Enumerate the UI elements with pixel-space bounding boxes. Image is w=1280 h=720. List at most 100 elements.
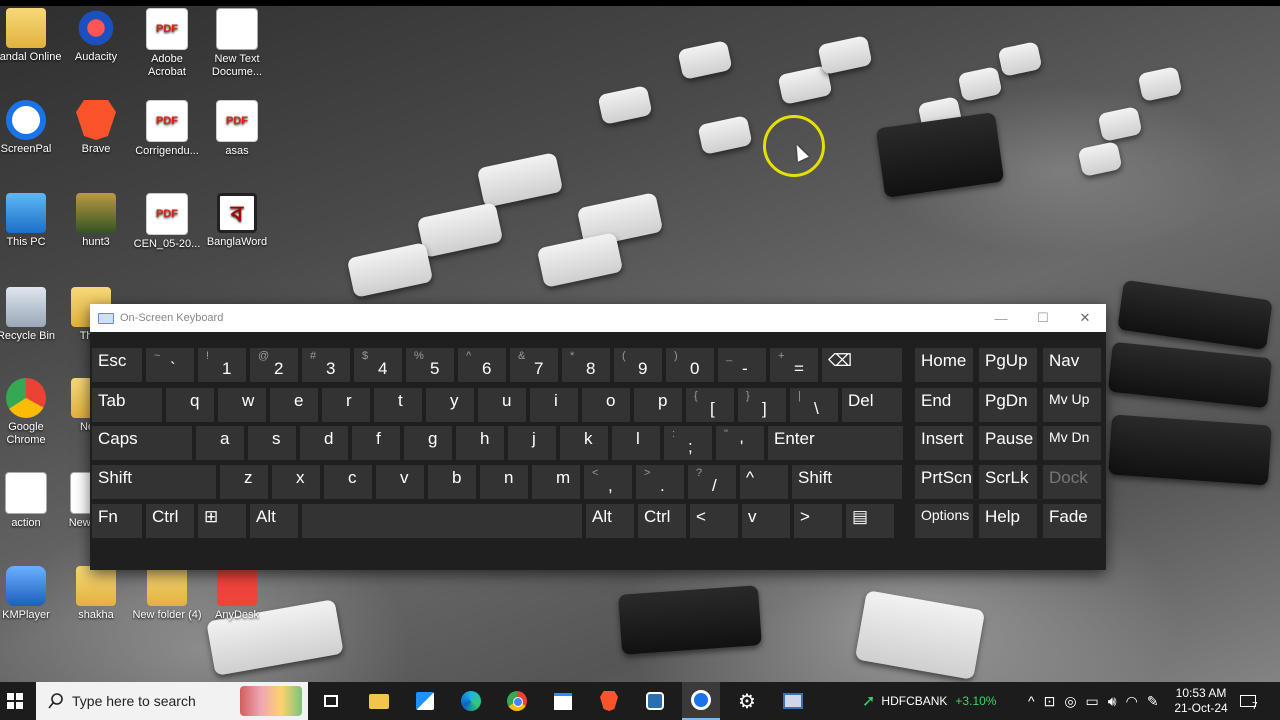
osk-key-move-up[interactable]: Mv Up — [1043, 388, 1101, 422]
osk-key-key-x96[interactable]: ~ ` — [146, 348, 194, 382]
osk-key-key-f[interactable]: f — [352, 426, 400, 460]
desktop-icon-asas[interactable]: PDF asas — [201, 100, 273, 158]
osk-key-space[interactable] — [302, 504, 582, 538]
start-button[interactable] — [0, 682, 30, 720]
close-button[interactable]: ✕ — [1064, 304, 1106, 332]
osk-key-delete[interactable]: Del — [842, 388, 902, 422]
osk-key-key--[interactable]: _ - — [718, 348, 766, 382]
remote-app-button[interactable] — [774, 682, 812, 720]
osk-key-key-u[interactable]: u — [478, 388, 526, 422]
desktop-icon-adobe-acrobat[interactable]: PDF Adobe Acrobat — [131, 8, 203, 79]
osk-key-ctrl[interactable]: Ctrl — [638, 504, 686, 538]
chevron-up-icon[interactable]: ^ — [1028, 693, 1035, 709]
osk-key-key-q[interactable]: q — [166, 388, 214, 422]
desktop-icon-recycle-bin[interactable]: Recycle Bin — [0, 287, 62, 343]
osk-key-key-z[interactable]: z — [220, 465, 268, 499]
osk-key-key-k[interactable]: k — [560, 426, 608, 460]
osk-key-enter[interactable]: Enter — [768, 426, 903, 460]
osk-key-alt[interactable]: Alt — [586, 504, 634, 538]
osk-key-right-arrow[interactable]: > — [794, 504, 842, 538]
pen-icon[interactable]: ✎ — [1147, 693, 1159, 710]
osk-key-key-v[interactable]: v — [376, 465, 424, 499]
osk-key-key-8[interactable]: * 8 — [562, 348, 610, 382]
osk-key-key-0[interactable]: ) 0 — [666, 348, 714, 382]
desktop-icon-shakha[interactable]: shakha — [60, 566, 132, 622]
osk-key-key-x[interactable]: x — [272, 465, 320, 499]
osk-key-options[interactable]: Options — [915, 504, 973, 538]
desktop-icon-this-pc[interactable]: This PC — [0, 193, 62, 249]
osk-key-fn[interactable]: Fn — [92, 504, 142, 538]
osk-key-alt[interactable]: Alt — [250, 504, 298, 538]
app-window-button[interactable] — [544, 682, 582, 720]
osk-key-shift[interactable]: Shift — [92, 465, 216, 499]
desktop-icon-google-chrome[interactable]: Google Chrome — [0, 378, 62, 447]
osk-key-esc[interactable]: Esc — [92, 348, 142, 382]
file-explorer-button[interactable] — [360, 682, 398, 720]
osk-key-key-l[interactable]: l — [612, 426, 660, 460]
osk-key-caps-lock[interactable]: Caps — [92, 426, 192, 460]
osk-key-key-6[interactable]: ^ 6 — [458, 348, 506, 382]
osk-key-fade[interactable]: Fade — [1043, 504, 1101, 538]
osk-key-key-4[interactable]: $4 — [354, 348, 402, 382]
desktop-icon-mandal-online[interactable]: Mandal Online — [0, 8, 62, 64]
desktop-icon-brave[interactable]: Brave — [60, 100, 132, 156]
osk-key-scroll-lock[interactable]: ScrLk — [979, 465, 1037, 499]
osk-key-key-x39[interactable]: " ' — [716, 426, 764, 460]
osk-key-shift[interactable]: Shift — [792, 465, 902, 499]
osk-key-up-arrow[interactable]: ^ — [740, 465, 788, 499]
desktop-icon-hunt3[interactable]: hunt3 — [60, 193, 132, 249]
osk-key-key-p[interactable]: p — [634, 388, 682, 422]
taskbar-search-box[interactable]: Type here to search — [36, 682, 308, 720]
chrome-taskbar-button[interactable] — [498, 682, 536, 720]
brave-taskbar-button[interactable] — [590, 682, 628, 720]
edge-button[interactable] — [452, 682, 490, 720]
osk-key-key-x92[interactable]: | \ — [790, 388, 838, 422]
osk-key-key-w[interactable]: w — [218, 388, 266, 422]
desktop-icon-corrigendum[interactable]: PDF Corrigendu... — [131, 100, 203, 158]
osk-key-key-9[interactable]: (9 — [614, 348, 662, 382]
clock[interactable]: 10:53 AM 21-Oct-24 — [1170, 682, 1232, 720]
osk-key-key-x93[interactable]: }] — [738, 388, 786, 422]
maximize-button[interactable]: ☐ — [1022, 304, 1064, 332]
desktop-icon-action[interactable]: action — [0, 472, 62, 530]
network-share-icon[interactable]: ⊡ — [1044, 693, 1056, 710]
osk-key-key-x47[interactable]: ? / — [688, 465, 736, 499]
desktop-icon-new-text-document[interactable]: New Text Docume... — [201, 8, 273, 79]
osk-key-key-j[interactable]: j — [508, 426, 556, 460]
osk-key-key-i[interactable]: i — [530, 388, 578, 422]
osk-key-ctrl[interactable]: Ctrl — [146, 504, 194, 538]
osk-key-key-y[interactable]: y — [426, 388, 474, 422]
osk-key-key-3[interactable]: #3 — [302, 348, 350, 382]
settings-button[interactable]: ⚙ — [728, 682, 766, 720]
osk-key-move-down[interactable]: Mv Dn — [1043, 426, 1101, 460]
osk-key-key-a[interactable]: a — [196, 426, 244, 460]
osk-key-key-x91[interactable]: {[ — [686, 388, 734, 422]
task-view-button[interactable] — [312, 682, 350, 720]
volume-icon[interactable]: 🔊︎ — [1108, 693, 1117, 710]
osk-key-windows[interactable]: ⊞ — [198, 504, 246, 538]
osk-key-key-b[interactable]: b — [428, 465, 476, 499]
osk-key-page-up[interactable]: PgUp — [979, 348, 1037, 382]
osk-key-key-d[interactable]: d — [300, 426, 348, 460]
osk-key-dock[interactable]: Dock — [1043, 465, 1101, 499]
video-app-button[interactable] — [636, 682, 674, 720]
desktop-icon-new-folder-4[interactable]: New folder (4) — [131, 566, 203, 622]
osk-key-key-x61[interactable]: + = — [770, 348, 818, 382]
osk-key-nav[interactable]: Nav — [1043, 348, 1101, 382]
osk-key-key-n[interactable]: n — [480, 465, 528, 499]
desktop-icon-anydesk[interactable]: AnyDesk — [201, 566, 273, 622]
osk-key-tab[interactable]: Tab — [92, 388, 162, 422]
osk-key-print-screen[interactable]: PrtScn — [915, 465, 973, 499]
osk-key-key-x44[interactable]: <, — [584, 465, 632, 499]
store-button[interactable] — [406, 682, 444, 720]
osk-key-help[interactable]: Help — [979, 504, 1037, 538]
osk-key-key-c[interactable]: c — [324, 465, 372, 499]
notification-button[interactable]: 7 — [1240, 682, 1258, 720]
desktop-icon-banglaword[interactable]: ব BanglaWord — [201, 193, 273, 249]
osk-key-key-r[interactable]: r — [322, 388, 370, 422]
osk-key-key-m[interactable]: m — [532, 465, 580, 499]
osk-key-insert[interactable]: Insert — [915, 426, 973, 460]
desktop-icon-audacity[interactable]: Audacity — [60, 8, 132, 64]
osk-key-left-arrow[interactable]: < — [690, 504, 738, 538]
minimize-button[interactable]: — — [980, 304, 1022, 332]
